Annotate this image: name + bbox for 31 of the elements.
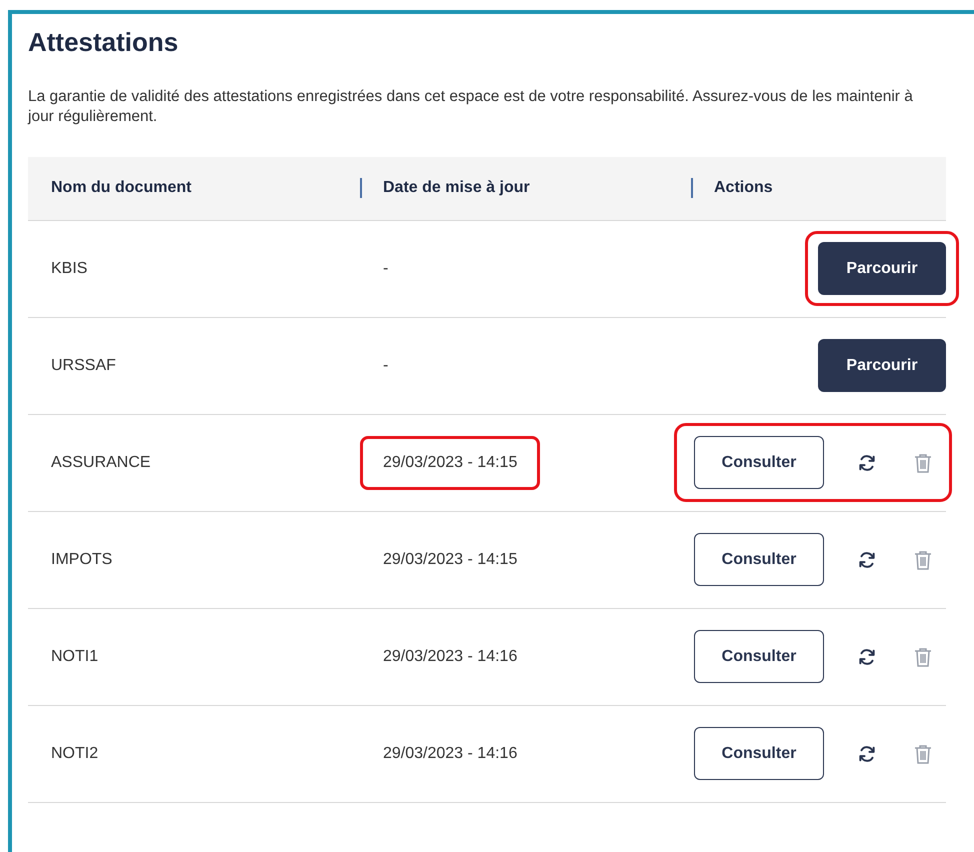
- notice-text: La garantie de validité des attestations enregistrées dans cet espace est de votre responsabilité. Assurez-vous de les maintenir à jour régulièrement.: [28, 86, 914, 126]
- table-cell: NOTI1: [51, 648, 98, 664]
- refresh-icon[interactable]: [857, 550, 877, 570]
- table-cell: IMPOTS: [51, 550, 112, 568]
- browse-button[interactable]: Parcourir: [818, 242, 946, 295]
- view-button[interactable]: Consulter: [694, 436, 824, 489]
- table-cell: NOTI2: [51, 744, 98, 762]
- refresh-icon[interactable]: [857, 744, 877, 764]
- table-cell-text: 29/03/2023 - 14:15: [383, 550, 518, 570]
- table-cell-text: 29/03/2023 - 14:16: [383, 744, 518, 764]
- table-cell: KBIS: [51, 260, 88, 276]
- table-cell: 29/03/2023 - 14:15: [360, 436, 540, 490]
- column-header: Nom du document: [51, 178, 192, 198]
- table-cell-text: -: [383, 356, 388, 376]
- view-button[interactable]: Consulter: [694, 630, 824, 683]
- trash-icon[interactable]: [914, 646, 932, 666]
- column-header: Date de mise à jour: [383, 178, 530, 198]
- page-title: Attestations: [28, 26, 180, 58]
- column-header: Actions: [714, 178, 773, 198]
- refresh-icon[interactable]: [857, 452, 877, 472]
- trash-icon[interactable]: [914, 744, 932, 764]
- trash-icon[interactable]: [914, 452, 932, 472]
- table-cell: URSSAF: [51, 356, 116, 374]
- refresh-icon[interactable]: [857, 646, 877, 666]
- view-button[interactable]: Consulter: [694, 727, 824, 780]
- table-cell-text: 29/03/2023 - 14:16: [383, 646, 518, 666]
- table-cell: ASSURANCE: [51, 454, 151, 470]
- table-cell-text: -: [383, 258, 388, 278]
- trash-icon[interactable]: [914, 550, 932, 570]
- browse-button[interactable]: Parcourir: [818, 339, 946, 392]
- view-button[interactable]: Consulter: [694, 533, 824, 586]
